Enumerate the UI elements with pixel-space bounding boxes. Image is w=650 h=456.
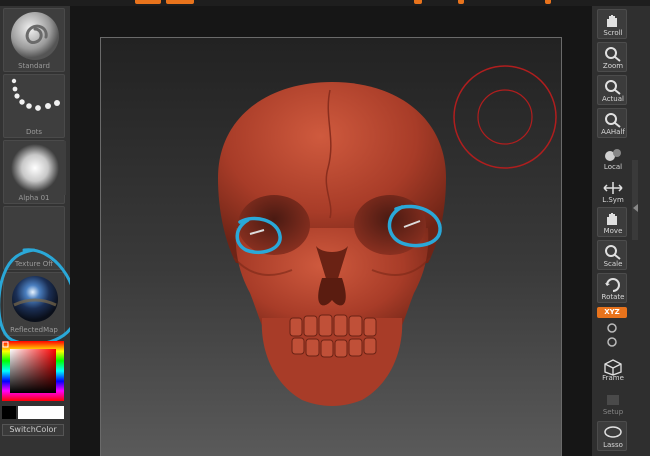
local-label: Local [603,163,623,171]
rotate-button[interactable]: Rotate [597,273,627,303]
scale-button[interactable]: Scale [597,240,627,270]
alpha-icon [4,141,66,195]
brush-selector[interactable]: Standard [3,8,65,72]
scroll-label: Scroll [603,29,623,37]
rotate-label: Rotate [601,293,625,301]
zoom-icon [605,47,621,62]
move-button[interactable]: Move [597,207,627,237]
color-palette[interactable] [0,339,66,421]
rotate-y-icon[interactable] [605,322,619,334]
lasso-button[interactable]: Lasso [597,421,627,451]
actual-label: Actual [602,95,624,103]
standard-brush-icon [11,12,59,60]
move-label: Move [603,227,623,235]
navigation-gizmo[interactable] [450,62,560,172]
top-toolbar-button[interactable] [414,0,422,4]
aahalf-icon [605,113,621,128]
top-toolbar-button[interactable] [458,0,464,4]
alpha-selector[interactable]: Alpha 01 [3,140,66,204]
top-toolbar-button[interactable] [135,0,161,4]
top-toolbar-button[interactable] [166,0,194,4]
rotate-z-icon[interactable] [605,336,619,348]
annotation-eye-left [235,216,282,255]
scale-icon [605,245,621,260]
setup-label: Setup [602,408,624,416]
aahalf-button[interactable]: AAHalf [597,108,627,138]
local-icon [605,149,621,161]
lsym-button[interactable]: L.Sym [597,176,627,206]
collapse-arrow-icon[interactable] [632,203,640,213]
actual-size-icon [605,80,621,95]
alpha-label: Alpha 01 [18,194,50,202]
local-button[interactable]: Local [597,143,627,173]
zoom-button[interactable]: Zoom [597,42,627,72]
right-shelf-scrollbar[interactable] [632,160,638,240]
rotate-icon [605,278,620,292]
color-picker[interactable] [0,339,66,421]
setup-button[interactable]: Setup [597,388,627,418]
zoom-label: Zoom [602,62,624,70]
move-hand-icon [607,213,617,225]
aahalf-label: AAHalf [601,128,625,136]
setup-icon [607,395,619,405]
brush-label: Standard [18,62,50,70]
frame-label: Frame [602,374,624,382]
hand-icon [607,15,617,27]
lasso-icon [604,426,622,438]
switch-color-button[interactable]: SwitchColor [2,424,64,436]
scroll-button[interactable]: Scroll [597,9,627,39]
annotation-eye-right [387,204,442,248]
lsym-label: L.Sym [602,196,624,204]
xyz-rotate-toggle[interactable]: XYZ [597,307,627,318]
actual-button[interactable]: Actual [597,75,627,105]
frame-button[interactable]: Frame [597,354,627,384]
symmetry-icon [603,182,623,194]
stroke-selector[interactable]: Dots [3,74,65,138]
stroke-label: Dots [25,128,43,136]
lasso-label: Lasso [603,441,623,449]
dots-stroke-icon [11,78,60,111]
top-toolbar-button[interactable] [545,0,551,4]
scale-label: Scale [603,260,623,268]
